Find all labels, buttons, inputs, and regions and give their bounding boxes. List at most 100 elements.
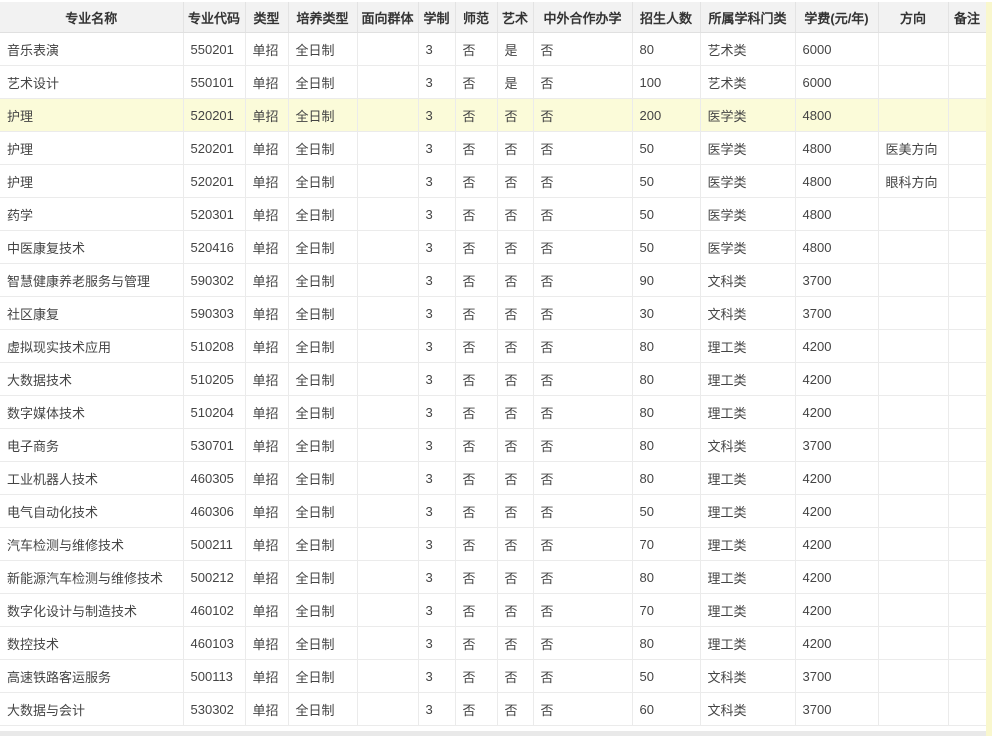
table-cell: 单招 bbox=[245, 396, 288, 429]
table-row[interactable]: 汽车检测与维修技术500211单招全日制3否否否70理工类4200 bbox=[0, 528, 986, 561]
table-row[interactable]: 艺术设计550101单招全日制3否是否100艺术类6000 bbox=[0, 66, 986, 99]
table-cell: 4200 bbox=[795, 330, 878, 363]
table-row[interactable]: 音乐表演550201单招全日制3否是否80艺术类6000 bbox=[0, 33, 986, 66]
table-cell: 数字化设计与制造技术 bbox=[0, 594, 183, 627]
table-cell bbox=[948, 396, 986, 429]
column-header: 所属学科门类 bbox=[700, 2, 795, 33]
table-cell bbox=[878, 528, 948, 561]
table-cell: 全日制 bbox=[288, 33, 357, 66]
table-cell: 否 bbox=[497, 99, 533, 132]
table-row[interactable]: 智慧健康养老服务与管理590302单招全日制3否否否90文科类3700 bbox=[0, 264, 986, 297]
table-cell: 3 bbox=[418, 528, 455, 561]
table-row[interactable]: 药学520301单招全日制3否否否50医学类4800 bbox=[0, 198, 986, 231]
table-cell: 3700 bbox=[795, 693, 878, 726]
table-cell: 单招 bbox=[245, 594, 288, 627]
table-cell: 否 bbox=[497, 363, 533, 396]
table-row[interactable]: 数字媒体技术510204单招全日制3否否否80理工类4200 bbox=[0, 396, 986, 429]
table-cell: 50 bbox=[632, 198, 700, 231]
table-cell: 200 bbox=[632, 99, 700, 132]
table-cell: 全日制 bbox=[288, 396, 357, 429]
table-cell: 否 bbox=[533, 231, 632, 264]
table-cell: 全日制 bbox=[288, 99, 357, 132]
table-cell bbox=[948, 528, 986, 561]
table-cell: 3 bbox=[418, 561, 455, 594]
table-cell: 文科类 bbox=[700, 297, 795, 330]
table-cell bbox=[357, 660, 418, 693]
table-cell: 80 bbox=[632, 561, 700, 594]
table-row[interactable]: 护理520201单招全日制3否否否50医学类4800眼科方向 bbox=[0, 165, 986, 198]
table-row[interactable]: 大数据与会计530302单招全日制3否否否60文科类3700 bbox=[0, 693, 986, 726]
table-cell: 护理 bbox=[0, 99, 183, 132]
table-cell: 全日制 bbox=[288, 231, 357, 264]
table-cell: 否 bbox=[455, 363, 497, 396]
table-cell: 否 bbox=[455, 429, 497, 462]
table-cell: 50 bbox=[632, 660, 700, 693]
table-cell: 艺术类 bbox=[700, 66, 795, 99]
table-cell: 520201 bbox=[183, 99, 245, 132]
table-row[interactable]: 电子商务530701单招全日制3否否否80文科类3700 bbox=[0, 429, 986, 462]
table-cell bbox=[948, 231, 986, 264]
table-row[interactable]: 护理520201单招全日制3否否否200医学类4800 bbox=[0, 99, 986, 132]
table-cell: 否 bbox=[533, 297, 632, 330]
table-cell bbox=[878, 495, 948, 528]
table-cell: 否 bbox=[455, 66, 497, 99]
table-cell: 3 bbox=[418, 363, 455, 396]
table-cell: 全日制 bbox=[288, 198, 357, 231]
table-cell: 大数据与会计 bbox=[0, 693, 183, 726]
table-cell: 3700 bbox=[795, 660, 878, 693]
table-row[interactable]: 新能源汽车检测与维修技术500212单招全日制3否否否80理工类4200 bbox=[0, 561, 986, 594]
table-cell: 否 bbox=[533, 561, 632, 594]
table-cell bbox=[357, 396, 418, 429]
table-row[interactable]: 电气自动化技术460306单招全日制3否否否50理工类4200 bbox=[0, 495, 986, 528]
table-cell: 4200 bbox=[795, 363, 878, 396]
table-cell: 6000 bbox=[795, 33, 878, 66]
table-cell: 数字媒体技术 bbox=[0, 396, 183, 429]
table-cell: 否 bbox=[533, 264, 632, 297]
table-row[interactable]: 中医康复技术520416单招全日制3否否否50医学类4800 bbox=[0, 231, 986, 264]
table-cell: 否 bbox=[497, 264, 533, 297]
table-row[interactable]: 高速铁路客运服务500113单招全日制3否否否50文科类3700 bbox=[0, 660, 986, 693]
table-cell bbox=[948, 297, 986, 330]
table-cell: 否 bbox=[533, 165, 632, 198]
column-header: 备注 bbox=[948, 2, 986, 33]
table-cell: 理工类 bbox=[700, 462, 795, 495]
table-cell: 全日制 bbox=[288, 495, 357, 528]
table-row[interactable]: 数控技术460103单招全日制3否否否80理工类4200 bbox=[0, 627, 986, 660]
table-cell: 单招 bbox=[245, 330, 288, 363]
table-cell bbox=[357, 561, 418, 594]
table-cell: 4800 bbox=[795, 198, 878, 231]
table-cell: 510204 bbox=[183, 396, 245, 429]
table-row[interactable]: 数字化设计与制造技术460102单招全日制3否否否70理工类4200 bbox=[0, 594, 986, 627]
table-cell: 3 bbox=[418, 693, 455, 726]
table-cell: 3700 bbox=[795, 297, 878, 330]
table-row[interactable]: 虚拟现实技术应用510208单招全日制3否否否80理工类4200 bbox=[0, 330, 986, 363]
table-cell: 3 bbox=[418, 330, 455, 363]
table-cell: 护理 bbox=[0, 132, 183, 165]
table-row[interactable]: 护理520201单招全日制3否否否50医学类4800医美方向 bbox=[0, 132, 986, 165]
table-row[interactable]: 大数据技术510205单招全日制3否否否80理工类4200 bbox=[0, 363, 986, 396]
table-cell: 全日制 bbox=[288, 264, 357, 297]
table-cell: 4800 bbox=[795, 231, 878, 264]
table-cell: 550201 bbox=[183, 33, 245, 66]
table-cell bbox=[948, 264, 986, 297]
column-header: 艺术 bbox=[497, 2, 533, 33]
column-header: 专业代码 bbox=[183, 2, 245, 33]
table-cell: 单招 bbox=[245, 660, 288, 693]
table-row[interactable]: 工业机器人技术460305单招全日制3否否否80理工类4200 bbox=[0, 462, 986, 495]
table-cell: 4200 bbox=[795, 627, 878, 660]
table-cell: 汽车检测与维修技术 bbox=[0, 528, 183, 561]
table-row[interactable]: 社区康复590303单招全日制3否否否30文科类3700 bbox=[0, 297, 986, 330]
table-cell: 艺术类 bbox=[700, 33, 795, 66]
column-header: 中外合作办学 bbox=[533, 2, 632, 33]
table-cell bbox=[357, 132, 418, 165]
table-cell: 虚拟现实技术应用 bbox=[0, 330, 183, 363]
table-cell bbox=[948, 66, 986, 99]
table-cell: 全日制 bbox=[288, 561, 357, 594]
table-cell bbox=[357, 198, 418, 231]
column-header: 类型 bbox=[245, 2, 288, 33]
table-cell bbox=[357, 594, 418, 627]
table-cell: 否 bbox=[533, 33, 632, 66]
table-cell: 单招 bbox=[245, 132, 288, 165]
table-cell: 590302 bbox=[183, 264, 245, 297]
table-cell: 80 bbox=[632, 33, 700, 66]
